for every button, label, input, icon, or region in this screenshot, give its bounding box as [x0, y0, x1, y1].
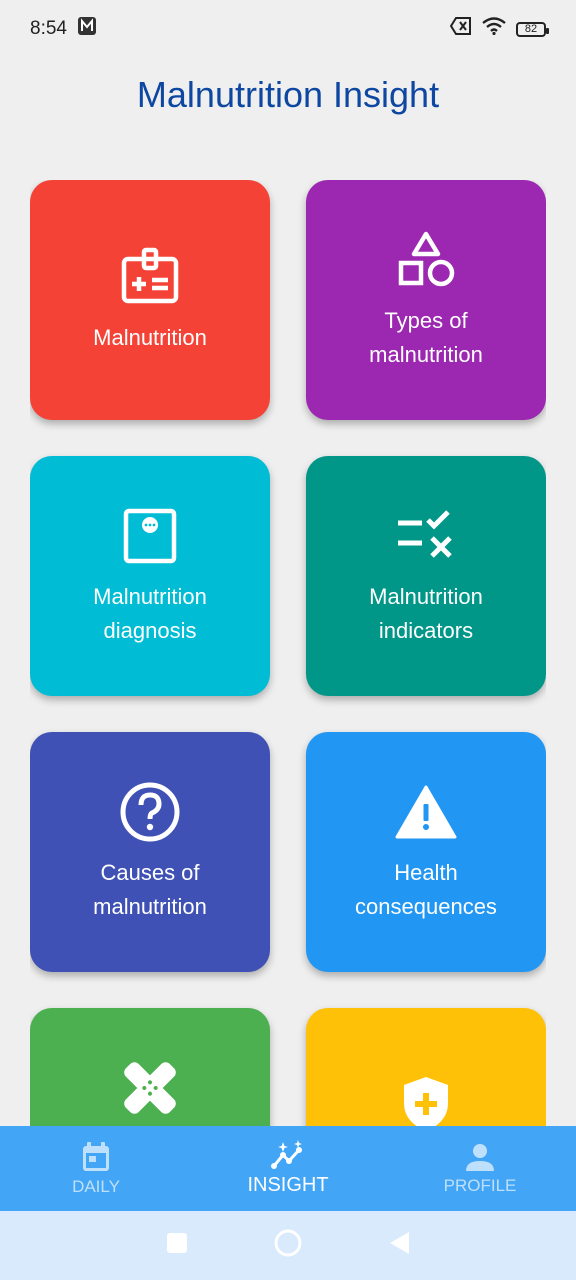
badge-icon [118, 245, 182, 309]
home-button[interactable] [273, 1228, 303, 1263]
card-malnutrition-diagnosis[interactable]: Malnutrition diagnosis [30, 456, 270, 696]
health-shield-icon [394, 1072, 458, 1126]
wifi-icon [482, 17, 506, 41]
rule-icon [394, 504, 458, 568]
sim-off-icon [449, 17, 472, 41]
battery-icon: 82 [516, 21, 549, 37]
card-causes-of-malnutrition[interactable]: Causes of malnutrition [30, 732, 270, 972]
recents-button[interactable] [165, 1231, 189, 1260]
card-health-safety[interactable] [306, 1008, 546, 1126]
card-label: Causes of malnutrition [93, 860, 207, 919]
healing-icon [118, 1056, 182, 1120]
nav-profile-label: PROFILE [443, 1175, 517, 1195]
card-types-of-malnutrition[interactable]: Types of malnutrition [306, 180, 546, 420]
status-time: 8:54 [30, 18, 67, 39]
category-grid: Malnutrition Types of malnutrition Malnu… [30, 180, 546, 1126]
notification-icon [77, 16, 97, 42]
person-icon [466, 1143, 494, 1171]
page-title: Malnutrition Insight [136, 74, 440, 115]
nav-daily-label: DAILY [72, 1176, 120, 1196]
card-healing[interactable] [30, 1008, 270, 1126]
warning-icon [394, 780, 458, 844]
nav-insight-label: INSIGHT [247, 1174, 329, 1196]
nav-daily[interactable]: DAILY [0, 1141, 192, 1197]
card-health-consequences[interactable]: Health consequences [306, 732, 546, 972]
nav-profile[interactable]: PROFILE [384, 1142, 576, 1196]
bottom-nav: DAILY INSIGHT PROFILE [0, 1126, 576, 1211]
battery-level: 82 [524, 23, 538, 35]
nav-insight[interactable]: INSIGHT [192, 1140, 384, 1197]
status-bar: 8:54 82 [0, 0, 576, 58]
shapes-icon [394, 228, 458, 292]
scale-icon [118, 504, 182, 568]
card-label: Types of malnutrition [369, 308, 483, 367]
card-label: Malnutrition [93, 325, 207, 350]
back-button[interactable] [387, 1230, 411, 1261]
card-malnutrition[interactable]: Malnutrition [30, 180, 270, 420]
help-icon [118, 780, 182, 844]
card-label: Malnutrition diagnosis [93, 584, 207, 643]
system-nav-bar [0, 1211, 576, 1280]
calendar-icon [83, 1141, 109, 1171]
card-label: Health consequences [355, 860, 497, 919]
card-label: Malnutrition indicators [369, 584, 483, 643]
insights-icon [271, 1140, 302, 1169]
card-malnutrition-indicators[interactable]: Malnutrition indicators [306, 456, 546, 696]
